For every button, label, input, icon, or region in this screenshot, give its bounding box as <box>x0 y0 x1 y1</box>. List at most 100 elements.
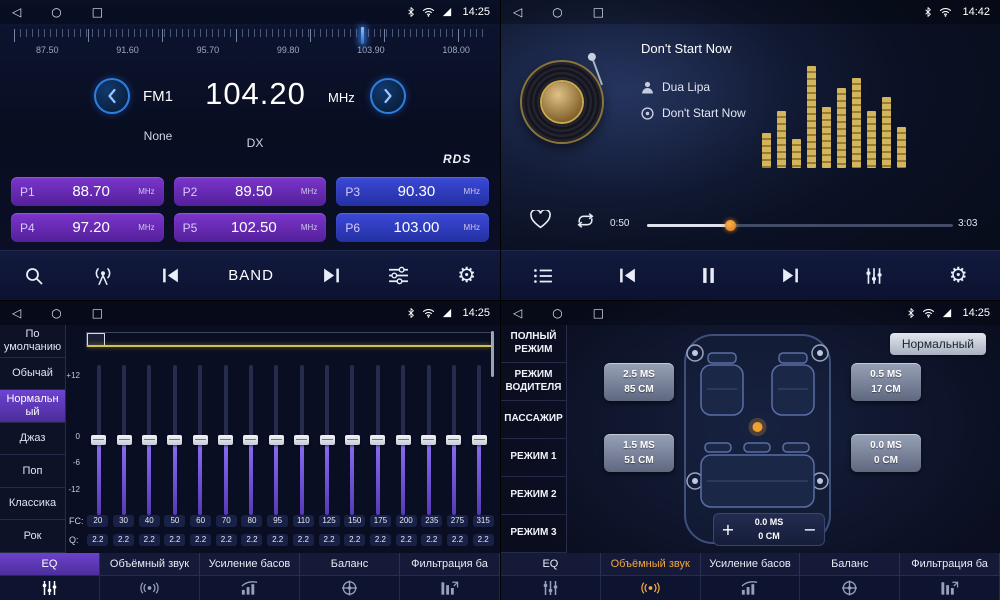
eq-slider-handle[interactable] <box>294 435 309 445</box>
eq-preset-item[interactable]: Поп <box>0 455 65 488</box>
preset-button-p2[interactable]: P289.50MHz <box>174 177 327 206</box>
eq-slider-handle[interactable] <box>193 435 208 445</box>
nav-home-icon[interactable]: ○ <box>552 307 562 319</box>
tab-eq[interactable]: EQ <box>501 553 601 575</box>
eq-band-slider[interactable] <box>114 365 134 515</box>
eq-slider-handle[interactable] <box>421 435 436 445</box>
delay-increase-button[interactable]: + <box>714 514 742 545</box>
tab-eq-icon[interactable] <box>501 576 601 600</box>
delay-button-rear-left[interactable]: 1.5 MS51 CM <box>604 434 674 472</box>
tab-eq[interactable]: EQ <box>0 553 100 575</box>
preset-button-p6[interactable]: P6103.00MHz <box>336 213 489 242</box>
settings-button[interactable]: ⚙ <box>453 261 480 290</box>
band-button[interactable]: BAND <box>224 263 278 288</box>
nav-back-icon[interactable]: ◁ <box>513 307 522 319</box>
preset-button-p5[interactable]: P5102.50MHz <box>174 213 327 242</box>
tab-surround-sound[interactable]: Объёмный звук <box>100 553 200 575</box>
tab-surround-sound-icon[interactable] <box>601 576 701 600</box>
tab-surround-sound[interactable]: Объёмный звук <box>601 553 701 575</box>
previous-track-button[interactable] <box>614 263 641 288</box>
tab-bass-boost[interactable]: Усиление басов <box>200 553 300 575</box>
pause-button[interactable] <box>697 263 720 288</box>
album-art[interactable] <box>522 62 602 142</box>
eq-slider-handle[interactable] <box>446 435 461 445</box>
nav-recents-icon[interactable]: □ <box>92 6 103 18</box>
profile-button[interactable]: Нормальный <box>890 333 986 355</box>
scan-button[interactable] <box>20 262 48 290</box>
tab-eq-icon[interactable] <box>0 576 100 600</box>
eq-preset-item[interactable]: Классика <box>0 488 65 521</box>
eq-band-slider[interactable] <box>469 365 489 515</box>
tab-balance[interactable]: Баланс <box>300 553 400 575</box>
eq-band-slider[interactable] <box>165 365 185 515</box>
eq-band-slider[interactable] <box>393 365 413 515</box>
tab-balance-icon[interactable] <box>800 576 900 600</box>
preset-button-p1[interactable]: P188.70MHz <box>11 177 164 206</box>
preset-button-p4[interactable]: P497.20MHz <box>11 213 164 242</box>
eq-band-slider[interactable] <box>368 365 388 515</box>
eq-band-slider[interactable] <box>342 365 362 515</box>
surround-mode-item[interactable]: РЕЖИМ 3 <box>501 515 566 553</box>
delay-button-front-right[interactable]: 0.5 MS17 CM <box>851 363 921 401</box>
eq-preset-item[interactable]: По умолчанию <box>0 325 65 358</box>
nav-home-icon[interactable]: ○ <box>51 307 61 319</box>
tab-bass-boost-icon[interactable] <box>701 576 801 600</box>
eq-slider-handle[interactable] <box>142 435 157 445</box>
tab-balance[interactable]: Баланс <box>800 553 900 575</box>
tab-bass-boost[interactable]: Усиление басов <box>701 553 801 575</box>
eq-slider-handle[interactable] <box>91 435 106 445</box>
nav-home-icon[interactable]: ○ <box>552 6 562 18</box>
playlist-button[interactable] <box>529 263 557 289</box>
eq-band-slider[interactable] <box>292 365 312 515</box>
progress-knob[interactable] <box>725 220 736 231</box>
repeat-button[interactable] <box>575 212 596 232</box>
nav-recents-icon[interactable]: □ <box>92 307 103 319</box>
surround-mode-item[interactable]: ПОЛНЫЙ РЕЖИМ <box>501 325 566 363</box>
nav-recents-icon[interactable]: □ <box>593 6 604 18</box>
seek-up-button[interactable] <box>370 78 406 114</box>
eq-slider-handle[interactable] <box>218 435 233 445</box>
tab-filter[interactable]: Фильтрация ба <box>400 553 500 575</box>
eq-band-slider[interactable] <box>139 365 159 515</box>
eq-preset-item[interactable]: Нормальный <box>0 390 65 423</box>
tab-filter[interactable]: Фильтрация ба <box>900 553 1000 575</box>
surround-mode-item[interactable]: РЕЖИМ 2 <box>501 477 566 515</box>
tab-filter-icon[interactable] <box>900 576 1000 600</box>
surround-mode-item[interactable]: РЕЖИМ ВОДИТЕЛЯ <box>501 363 566 401</box>
delay-button-front-left[interactable]: 2.5 MS85 CM <box>604 363 674 401</box>
tab-surround-sound-icon[interactable] <box>100 576 200 600</box>
eq-slider-handle[interactable] <box>167 435 182 445</box>
nav-back-icon[interactable]: ◁ <box>513 6 522 18</box>
previous-station-button[interactable] <box>157 263 184 288</box>
nav-back-icon[interactable]: ◁ <box>12 6 21 18</box>
eq-band-slider[interactable] <box>317 365 337 515</box>
settings-button[interactable]: ⚙ <box>945 261 972 290</box>
surround-mode-item[interactable]: РЕЖИМ 1 <box>501 439 566 477</box>
eq-slider-handle[interactable] <box>243 435 258 445</box>
eq-band-slider[interactable] <box>444 365 464 515</box>
eq-preset-item[interactable]: Джаз <box>0 423 65 456</box>
tab-balance-icon[interactable] <box>300 576 400 600</box>
seek-down-button[interactable] <box>94 78 130 114</box>
delay-button-rear-right[interactable]: 0.0 MS0 CM <box>851 434 921 472</box>
eq-slider-handle[interactable] <box>370 435 385 445</box>
eq-slider-handle[interactable] <box>320 435 335 445</box>
eq-band-slider[interactable] <box>241 365 261 515</box>
scrollbar[interactable] <box>491 331 494 377</box>
equalizer-button[interactable] <box>860 263 888 289</box>
eq-band-slider[interactable] <box>216 365 236 515</box>
next-track-button[interactable] <box>777 263 804 288</box>
eq-band-slider[interactable] <box>419 365 439 515</box>
eq-band-slider[interactable] <box>266 365 286 515</box>
eq-slider-handle[interactable] <box>117 435 132 445</box>
eq-band-slider[interactable] <box>89 365 109 515</box>
eq-preset-item[interactable]: Обычай <box>0 358 65 391</box>
nav-home-icon[interactable]: ○ <box>51 6 61 18</box>
surround-mode-item[interactable]: ПАССАЖИР <box>501 401 566 439</box>
eq-slider-handle[interactable] <box>396 435 411 445</box>
preset-button-p3[interactable]: P390.30MHz <box>336 177 489 206</box>
tuner-settings-button[interactable] <box>384 262 413 289</box>
eq-preset-item[interactable]: Рок <box>0 520 65 553</box>
broadcast-button[interactable] <box>88 262 118 290</box>
nav-recents-icon[interactable]: □ <box>593 307 604 319</box>
